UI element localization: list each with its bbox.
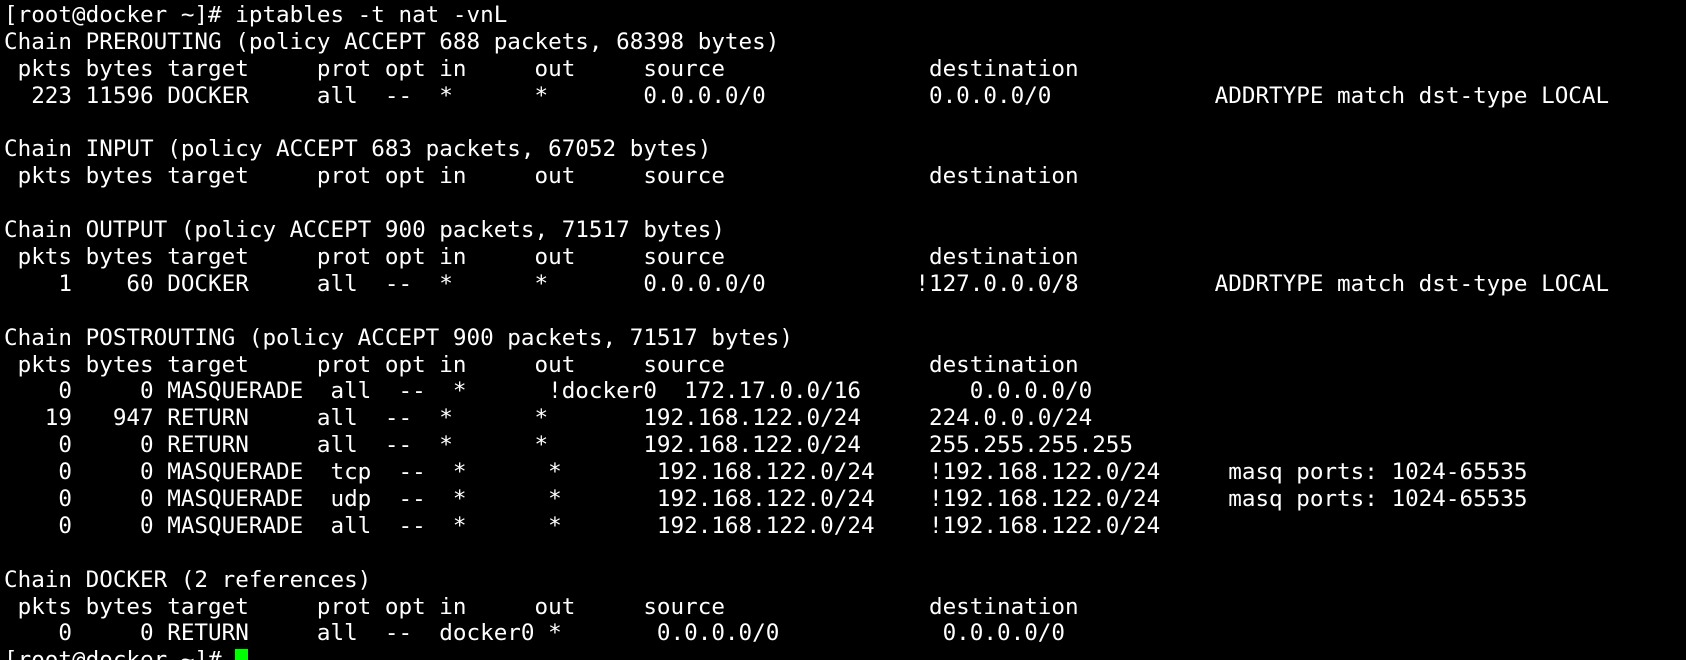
rule-row: 1 60 DOCKER all -- * * 0.0.0.0/0 !127.0.… bbox=[4, 270, 1610, 297]
chain-prerouting-header: Chain PREROUTING (policy ACCEPT 688 pack… bbox=[4, 28, 780, 55]
shell-prompt: [root@docker ~]# bbox=[4, 647, 235, 660]
chain-docker-header: Chain DOCKER (2 references) bbox=[4, 566, 372, 593]
rule-row: 0 0 MASQUERADE udp -- * * 192.168.122.0/… bbox=[4, 486, 1528, 513]
terminal-cursor bbox=[235, 649, 249, 660]
rule-row: 0 0 MASQUERADE all -- * !docker0 172.17.… bbox=[4, 378, 1242, 405]
chain-postrouting-header: Chain POSTROUTING (policy ACCEPT 900 pac… bbox=[4, 324, 793, 351]
column-header: pkts bytes target prot opt in out source… bbox=[4, 244, 1202, 271]
terminal-line-command: [root@docker ~]# iptables -t nat -vnL bbox=[4, 2, 508, 28]
terminal-window[interactable]: [root@docker ~]# iptables -t nat -vnL Ch… bbox=[0, 0, 1686, 660]
rule-row: 0 0 MASQUERADE tcp -- * * 192.168.122.0/… bbox=[4, 459, 1528, 486]
rule-row: 0 0 RETURN all -- docker0 * 0.0.0.0/0 0.… bbox=[4, 620, 1215, 647]
column-header: pkts bytes target prot opt in out source… bbox=[4, 55, 1202, 82]
column-header: pkts bytes target prot opt in out source… bbox=[4, 593, 1202, 620]
rule-row: 223 11596 DOCKER all -- * * 0.0.0.0/0 0.… bbox=[4, 82, 1610, 109]
rule-row: 0 0 RETURN all -- * * 192.168.122.0/24 2… bbox=[4, 432, 1202, 459]
column-header: pkts bytes target prot opt in out source… bbox=[4, 163, 1202, 190]
chain-output-header: Chain OUTPUT (policy ACCEPT 900 packets,… bbox=[4, 217, 725, 244]
prompt-line[interactable]: [root@docker ~]# bbox=[4, 647, 1686, 660]
column-header: pkts bytes target prot opt in out source… bbox=[4, 351, 1202, 378]
rule-row: 19 947 RETURN all -- * * 192.168.122.0/2… bbox=[4, 405, 1202, 432]
chain-input-header: Chain INPUT (policy ACCEPT 683 packets, … bbox=[4, 136, 712, 163]
rule-row: 0 0 MASQUERADE all -- * * 192.168.122.0/… bbox=[4, 512, 1215, 539]
